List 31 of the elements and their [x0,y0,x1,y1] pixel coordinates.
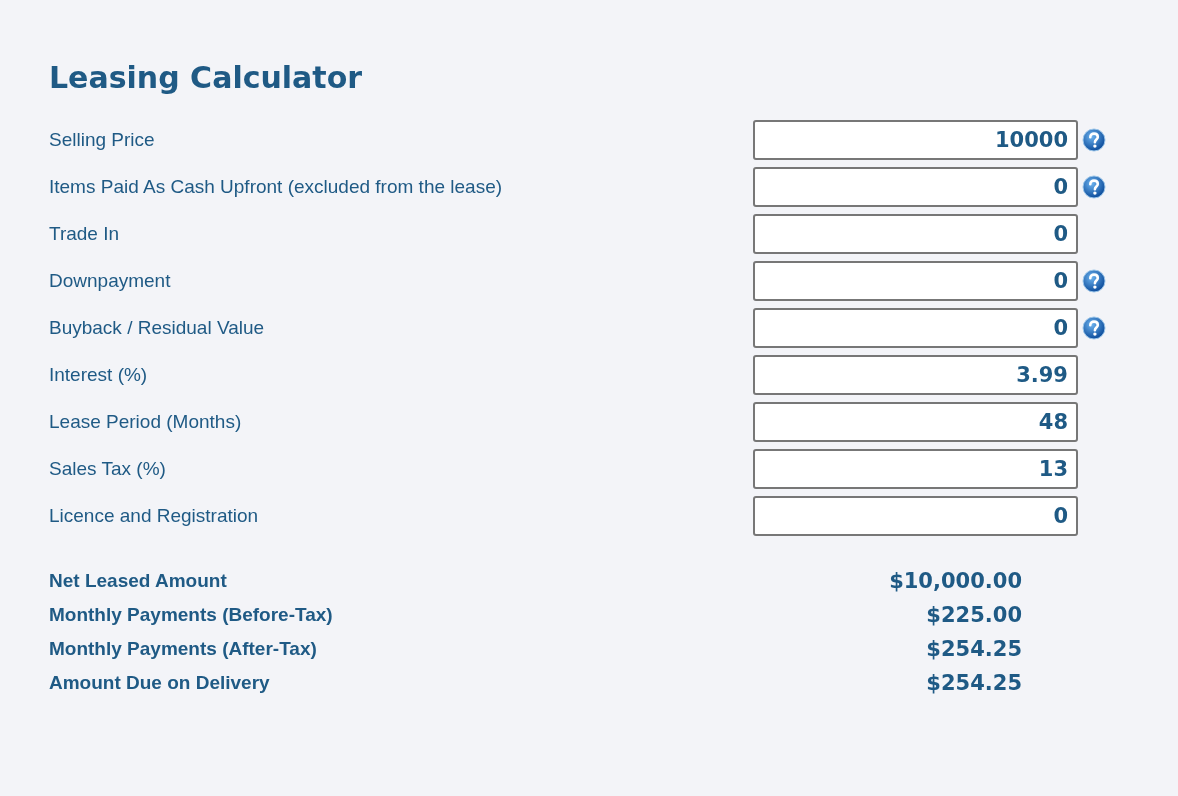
field-label: Sales Tax (%) [49,458,167,480]
result-value: $225.00 [926,602,1022,629]
result-label: Monthly Payments (After-Tax) [49,637,318,661]
input-field[interactable]: 48 [753,402,1078,442]
help-icon[interactable] [1082,269,1106,293]
result-value: $254.25 [926,670,1022,697]
page-title: Leasing Calculator [49,59,364,97]
help-icon[interactable] [1082,128,1106,152]
field-label: Licence and Registration [49,505,260,527]
help-icon[interactable] [1082,175,1106,199]
field-label: Selling Price [49,129,156,151]
field-label: Buyback / Residual Value [49,317,266,339]
field-label: Trade In [49,223,121,245]
result-label: Monthly Payments (Before-Tax) [49,603,334,627]
field-label: Items Paid As Cash Upfront (excluded from the lease) [49,176,504,198]
input-field[interactable]: 3.99 [753,355,1078,395]
field-label: Downpayment [49,270,172,292]
result-value: $254.25 [926,636,1022,663]
input-field[interactable]: 0 [753,214,1078,254]
input-field[interactable]: 0 [753,496,1078,536]
field-label: Lease Period (Months) [49,411,243,433]
input-field[interactable]: 13 [753,449,1078,489]
field-label: Interest (%) [49,364,149,386]
input-field[interactable]: 0 [753,167,1078,207]
result-value: $10,000.00 [889,568,1022,595]
result-label: Amount Due on Delivery [49,671,271,695]
help-icon[interactable] [1082,316,1106,340]
input-field[interactable]: 0 [753,308,1078,348]
input-field[interactable]: 10000 [753,120,1078,160]
result-label: Net Leased Amount [49,569,228,593]
input-field[interactable]: 0 [753,261,1078,301]
